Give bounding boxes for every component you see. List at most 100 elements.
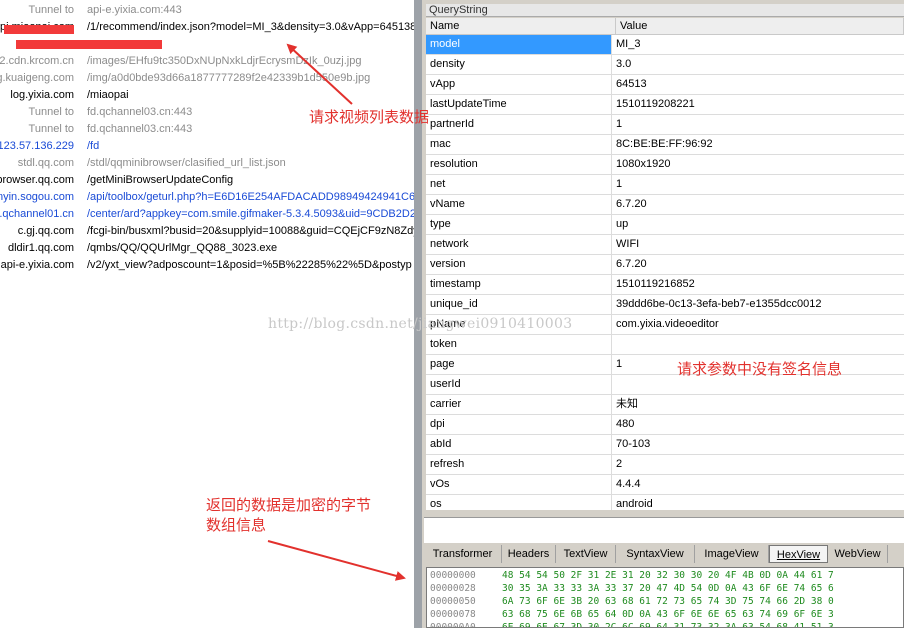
querystring-row[interactable]: abId 70-103 [426, 435, 904, 455]
querystring-row[interactable]: density 3.0 [426, 55, 904, 75]
querystring-row[interactable]: net 1 [426, 175, 904, 195]
hex-view[interactable]: 00000000 48 54 54 50 2F 31 2E 31 20 32 30… [426, 567, 904, 628]
session-url: /api/toolbox/geturl.php?h=E6D16E254AFDAC… [87, 191, 414, 203]
param-name: network [426, 235, 612, 254]
tab-textview[interactable]: TextView [556, 545, 616, 563]
querystring-row[interactable]: vApp 64513 [426, 75, 904, 95]
session-row[interactable]: api-e.yixia.com/v2/yxt_view?adposcount=1… [0, 257, 414, 274]
querystring-row[interactable]: type up [426, 215, 904, 235]
param-name: net [426, 175, 612, 194]
session-host: log.yixia.com [10, 89, 74, 101]
querystring-table: Name Value model MI_3 density 3.0 vApp 64513 l… [426, 18, 904, 510]
param-name: abId [426, 435, 612, 454]
hex-row: 000000A0 6E 69 6E 67 3D 30 2C 6C 69 64 31… [430, 621, 834, 628]
querystring-row[interactable]: os android [426, 495, 904, 510]
param-name: version [426, 255, 612, 274]
param-name: page [426, 355, 612, 374]
tab-hexview[interactable]: HexView [769, 545, 828, 563]
param-value: 8C:BE:BE:FF:96:92 [616, 138, 713, 150]
param-value: com.yixia.videoeditor [616, 318, 719, 330]
querystring-row[interactable]: partnerId 1 [426, 115, 904, 135]
session-url: /img/a0d0bde93d66a1877777289f2e42339b1d5… [87, 72, 371, 84]
param-value: 2 [616, 458, 623, 470]
querystring-row[interactable]: token [426, 335, 904, 355]
param-name: unique_id [426, 295, 612, 314]
session-host: 123.57.136.229 [0, 140, 74, 152]
session-url: /v2/yxt_view?adposcount=1&posid=%5B%2228… [87, 259, 412, 271]
session-url: /fcgi-bin/busxml?busid=20&supplyid=10088… [87, 225, 414, 237]
querystring-row[interactable]: dpi 480 [426, 415, 904, 435]
session-url: /center/ard?appkey=com.smile.gifmaker-5.… [87, 208, 414, 220]
session-row[interactable]: nyin.sogou.com/api/toolbox/geturl.php?h=… [0, 189, 414, 206]
querystring-row[interactable]: timestamp 1510119216852 [426, 275, 904, 295]
param-value: 1080x1920 [616, 158, 671, 170]
session-url: /fd [87, 140, 100, 152]
param-value: 3.0 [616, 58, 632, 70]
param-name: carrier [426, 395, 612, 414]
tab-syntaxview[interactable]: SyntaxView [616, 545, 695, 563]
session-host: browser.qq.com [0, 174, 74, 186]
querystring-row[interactable]: vOs 4.4.4 [426, 475, 904, 495]
param-name: partnerId [426, 115, 612, 134]
param-name: token [426, 335, 612, 354]
param-value: 4.4.4 [616, 478, 641, 490]
querystring-row[interactable]: version 6.7.20 [426, 255, 904, 275]
param-name: dpi [426, 415, 612, 434]
param-value: 1 [616, 358, 623, 370]
session-row[interactable]: c.gj.qq.com/fcgi-bin/busxml?busid=20&sup… [0, 223, 414, 240]
param-value: 39ddd6be-0c13-3efa-beb7-e1355dcc0012 [616, 298, 822, 310]
param-name: lastUpdateTime [426, 95, 612, 114]
hex-offset: 000000A0 [430, 622, 476, 628]
querystring-row[interactable]: resolution 1080x1920 [426, 155, 904, 175]
session-url: /qmbs/QQ/QQUrlMgr_QQ88_3023.exe [87, 242, 278, 254]
querystring-row[interactable]: lastUpdateTime 1510119208221 [426, 95, 904, 115]
param-value: MI_3 [616, 38, 641, 50]
param-value: 480 [616, 418, 635, 430]
querystring-row[interactable]: carrier 未知 [426, 395, 904, 415]
col-header-value[interactable]: Value [616, 18, 904, 35]
session-host: 2.cdn.krcom.cn [0, 55, 74, 67]
param-name: vName [426, 195, 612, 214]
param-name: os [426, 495, 612, 510]
hex-row: 00000050 6A 73 6F 6E 3B 20 63 68 61 72 73… [430, 595, 834, 608]
hex-bytes: 48 54 54 50 2F 31 2E 31 20 32 30 30 20 4… [502, 570, 834, 581]
querystring-row[interactable]: vName 6.7.20 [426, 195, 904, 215]
session-row[interactable]: log.yixia.com/miaopai [0, 87, 414, 104]
hex-row: 00000028 30 35 3A 33 33 3A 33 37 20 47 4D… [430, 582, 834, 595]
session-row[interactable]: browser.qq.com/getMiniBrowserUpdateConfi… [0, 172, 414, 189]
querystring-row[interactable]: model MI_3 [426, 35, 904, 55]
param-name: timestamp [426, 275, 612, 294]
tab-webview[interactable]: WebView [828, 545, 888, 563]
session-row[interactable]: stdl.qq.com/stdl/qqminibrowser/clasified… [0, 155, 414, 172]
session-host: Tunnel to [28, 4, 74, 16]
querystring-row[interactable]: refresh 2 [426, 455, 904, 475]
redaction-bar [4, 25, 74, 34]
hex-offset: 00000050 [430, 596, 476, 607]
session-host: dldir1.qq.com [7, 242, 74, 254]
tab-imageview[interactable]: ImageView [695, 545, 769, 563]
col-header-name[interactable]: Name [426, 18, 616, 35]
session-host: nyin.sogou.com [0, 191, 74, 203]
hex-offset: 00000078 [430, 609, 476, 620]
querystring-row[interactable]: network WIFI [426, 235, 904, 255]
hex-offset: 00000028 [430, 583, 476, 594]
param-name: density [426, 55, 612, 74]
hex-row: 00000078 63 68 75 6E 6B 65 64 0D 0A 43 6F… [430, 608, 834, 621]
session-row[interactable]: Tunnel to api-e.yixia.com:443 [0, 2, 414, 19]
querystring-title: QueryString [426, 4, 904, 17]
session-url: fd.qchannel03.cn:443 [87, 123, 193, 135]
session-row[interactable]: .qchannel01.cn/center/ard?appkey=com.smi… [0, 206, 414, 223]
tab-headers[interactable]: Headers [502, 545, 556, 563]
pane-splitter[interactable] [414, 0, 424, 628]
querystring-row[interactable]: mac 8C:BE:BE:FF:96:92 [426, 135, 904, 155]
session-row[interactable]: 2.cdn.krcom.cn/images/EHfu9tc350DxNUpNxk… [0, 53, 414, 70]
param-value: 70-103 [616, 438, 651, 450]
param-name: refresh [426, 455, 612, 474]
annotation-no-signature: 请求参数中没有签名信息 [677, 361, 843, 378]
session-row[interactable]: g.kuaigeng.com/img/a0d0bde93d66a18777772… [0, 70, 414, 87]
querystring-row[interactable]: unique_id 39ddd6be-0c13-3efa-beb7-e1355dc… [426, 295, 904, 315]
session-url: api-e.yixia.com:443 [87, 4, 182, 16]
session-row[interactable]: 123.57.136.229/fd [0, 138, 414, 155]
tab-transformer[interactable]: Transformer [424, 545, 502, 563]
session-row[interactable]: dldir1.qq.com/qmbs/QQ/QQUrlMgr_QQ88_3023… [0, 240, 414, 257]
